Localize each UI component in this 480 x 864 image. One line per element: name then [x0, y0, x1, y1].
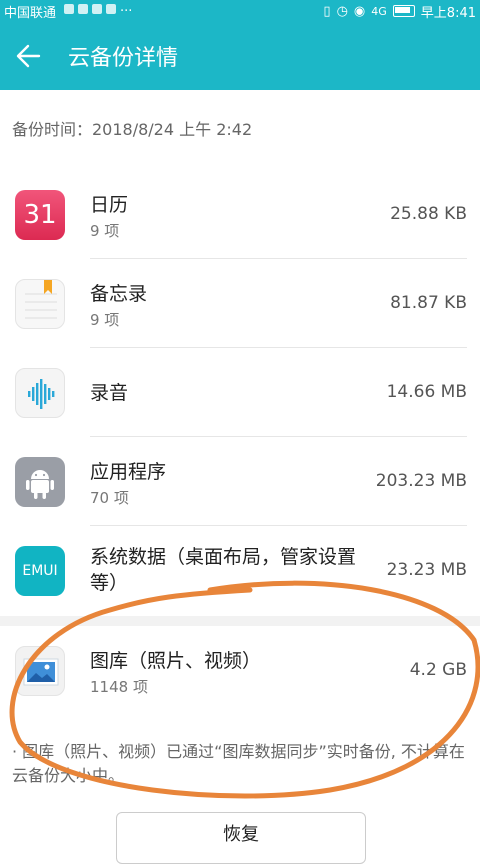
signal-icon: 4G	[371, 4, 387, 18]
item-size: 203.23 MB	[375, 471, 467, 491]
calendar-icon: 31	[15, 190, 65, 240]
item-name: 图库（照片、视频）	[90, 650, 262, 672]
more-notifications-icon: ···	[120, 3, 133, 19]
status-bar: 中国联通 ··· ▯ ◷ ◉ 4G 早上8:41	[0, 0, 480, 22]
back-arrow-icon	[16, 44, 41, 68]
item-count: 9 项	[90, 311, 120, 329]
app-bar: 云备份详情	[0, 22, 480, 90]
list-item-calendar[interactable]: 31 日历 9 项 25.88 KB	[0, 170, 480, 259]
calendar-icon-date: 31	[23, 200, 57, 230]
item-size: 81.87 KB	[390, 293, 467, 313]
recorder-icon	[15, 368, 65, 418]
item-count: 1148 项	[90, 678, 148, 696]
item-size: 25.88 KB	[390, 204, 467, 224]
item-name: 录音	[90, 382, 129, 404]
item-name: 系统数据（桌面布局，管家设置等）	[90, 546, 357, 594]
back-button[interactable]	[0, 28, 56, 84]
emui-icon: EMUI	[15, 546, 65, 596]
backup-time: 备份时间：2018/8/24 上午 2:42	[12, 120, 253, 139]
list-item-system-data[interactable]: EMUI 系统数据（桌面布局，管家设置等） 23.23 MB	[0, 526, 480, 615]
vibrate-icon: ▯	[323, 3, 331, 19]
notification-icons: ···	[64, 3, 133, 19]
section-divider	[0, 616, 480, 626]
list-item-recorder[interactable]: 录音 14.66 MB	[0, 348, 480, 437]
emui-icon-label: EMUI	[22, 563, 58, 579]
app-icon	[78, 3, 89, 14]
restore-button[interactable]: 恢复	[116, 812, 366, 864]
list-item-apps[interactable]: 应用程序 70 项 203.23 MB	[0, 437, 480, 526]
item-count: 70 项	[90, 489, 129, 507]
gallery-note: · 图库（照片、视频）已通过“图库数据同步”实时备份, 不计算在云备份大小中。	[12, 742, 465, 785]
battery-icon	[392, 5, 415, 17]
item-name: 应用程序	[90, 461, 167, 483]
gallery-icon	[15, 646, 65, 696]
item-size: 4.2 GB	[409, 660, 467, 680]
eye-icon: ◉	[353, 3, 366, 19]
list-item-memo[interactable]: 备忘录 9 项 81.87 KB	[0, 259, 480, 348]
item-count: 9 项	[90, 222, 120, 240]
backup-list: 31 日历 9 项 25.88 KB 备忘录 9 项 81.87 KB 录音 1…	[0, 170, 480, 615]
page-title: 云备份详情	[68, 46, 179, 71]
item-name: 日历	[90, 194, 129, 216]
app-icon	[106, 3, 117, 14]
android-icon	[15, 457, 65, 507]
item-size: 14.66 MB	[386, 382, 467, 402]
item-name: 备忘录	[90, 283, 148, 305]
clock: 早上8:41	[420, 5, 476, 21]
message-icon	[92, 3, 103, 14]
alarm-icon: ◷	[336, 3, 348, 19]
carrier-label: 中国联通	[4, 5, 57, 21]
item-size: 23.23 MB	[386, 560, 467, 580]
memo-icon	[15, 279, 65, 329]
list-item-gallery[interactable]: 图库（照片、视频） 1148 项 4.2 GB	[0, 626, 480, 715]
heart-icon	[64, 3, 75, 14]
